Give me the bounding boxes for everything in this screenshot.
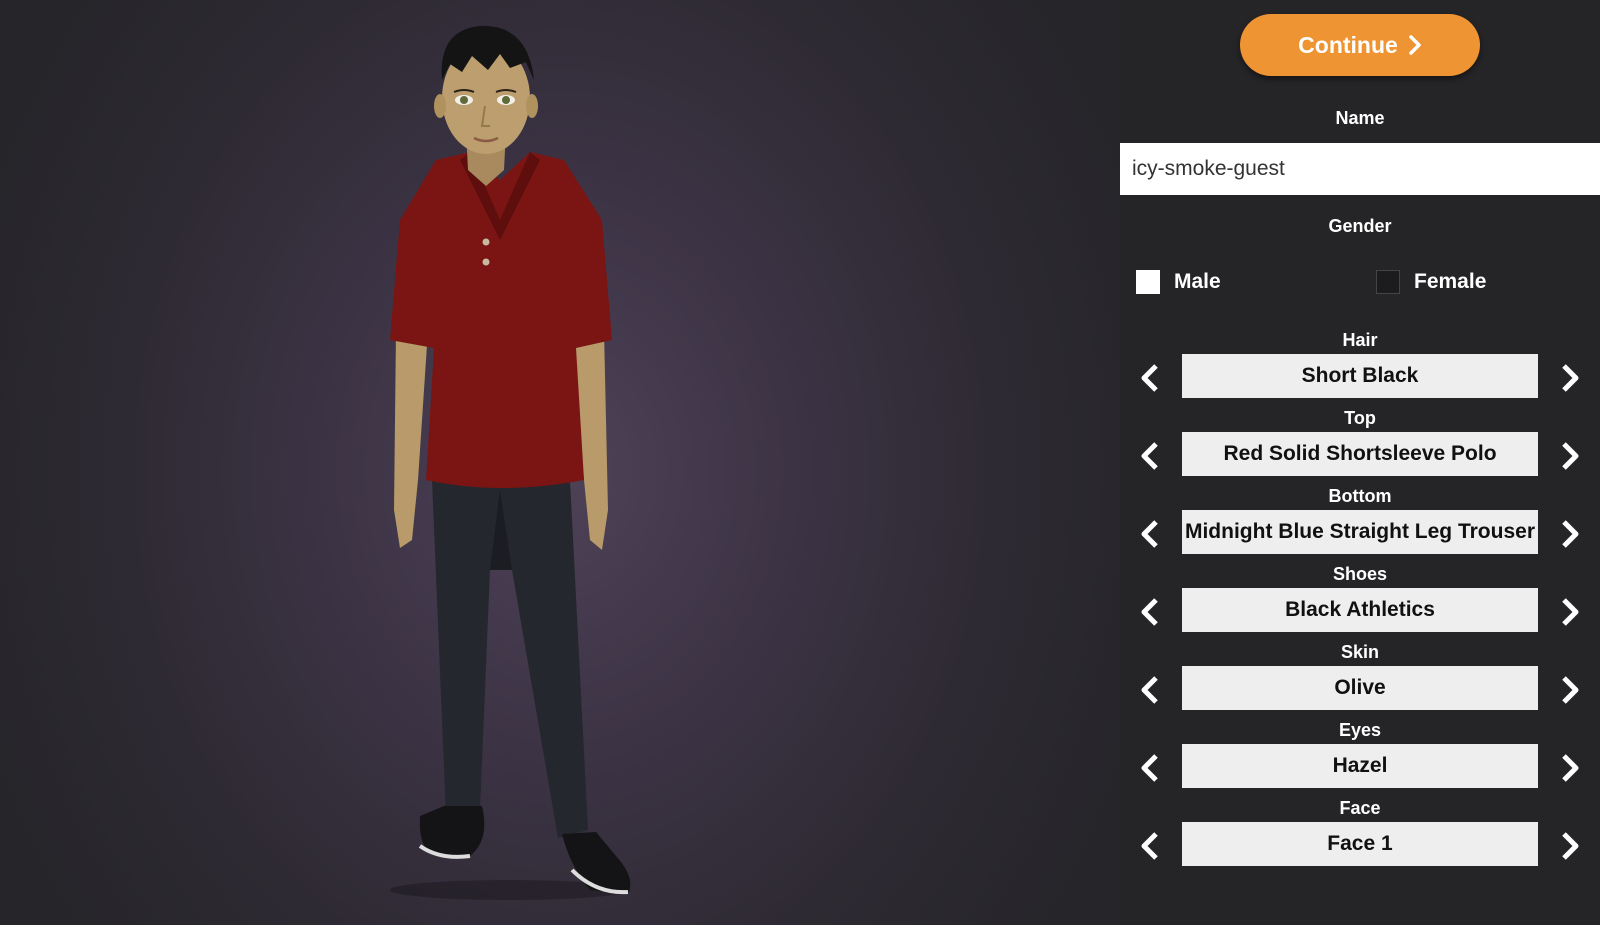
female-checkbox[interactable] bbox=[1376, 270, 1400, 294]
shoes-selector: Shoes Black Athletics bbox=[1120, 564, 1600, 644]
top-value: Red Solid Shortsleeve Polo bbox=[1182, 432, 1538, 476]
chevron-left-icon bbox=[1141, 520, 1158, 548]
hair-prev-button[interactable] bbox=[1128, 356, 1172, 400]
top-label: Top bbox=[1344, 408, 1376, 428]
continue-button[interactable]: Continue bbox=[1240, 14, 1480, 76]
chevron-right-icon bbox=[1562, 442, 1579, 470]
skin-selector: Skin Olive bbox=[1120, 642, 1600, 722]
female-label: Female bbox=[1414, 270, 1487, 293]
name-label: Name bbox=[1335, 108, 1385, 128]
eyes-selector: Eyes Hazel bbox=[1120, 720, 1600, 800]
chevron-right-icon bbox=[1562, 520, 1579, 548]
bottom-value: Midnight Blue Straight Leg Trouser bbox=[1182, 510, 1538, 554]
skin-next-button[interactable] bbox=[1548, 668, 1592, 712]
gender-option-male[interactable]: Male bbox=[1136, 270, 1221, 294]
chevron-right-icon bbox=[1562, 364, 1579, 392]
top-prev-button[interactable] bbox=[1128, 434, 1172, 478]
skin-prev-button[interactable] bbox=[1128, 668, 1172, 712]
male-label: Male bbox=[1174, 270, 1221, 293]
chevron-left-icon bbox=[1141, 598, 1158, 626]
avatar-editor: Continue Name Gender Male Female Hair Sh… bbox=[0, 0, 1600, 925]
eyes-prev-button[interactable] bbox=[1128, 746, 1172, 790]
bottom-label: Bottom bbox=[1328, 486, 1392, 506]
shoes-value: Black Athletics bbox=[1182, 588, 1538, 632]
customization-panel: Continue Name Gender Male Female Hair Sh… bbox=[1120, 0, 1600, 925]
chevron-right-icon bbox=[1562, 598, 1579, 626]
chevron-right-icon bbox=[1409, 35, 1421, 55]
chevron-right-icon bbox=[1562, 676, 1579, 704]
name-input[interactable] bbox=[1120, 143, 1600, 195]
gender-label: Gender bbox=[1328, 216, 1392, 236]
chevron-left-icon bbox=[1141, 364, 1158, 392]
male-checkbox[interactable] bbox=[1136, 270, 1160, 294]
face-label: Face bbox=[1339, 798, 1381, 818]
avatar-figure bbox=[390, 25, 631, 900]
chevron-right-icon bbox=[1562, 754, 1579, 782]
face-next-button[interactable] bbox=[1548, 824, 1592, 868]
hair-label: Hair bbox=[1342, 330, 1378, 350]
continue-button-label: Continue bbox=[1298, 31, 1398, 58]
eyes-value: Hazel bbox=[1182, 744, 1538, 788]
bottom-selector: Bottom Midnight Blue Straight Leg Trouse… bbox=[1120, 486, 1600, 566]
avatar-preview-viewport[interactable] bbox=[0, 0, 1120, 925]
chevron-left-icon bbox=[1141, 442, 1158, 470]
chevron-left-icon bbox=[1141, 676, 1158, 704]
face-value: Face 1 bbox=[1182, 822, 1538, 866]
hair-next-button[interactable] bbox=[1548, 356, 1592, 400]
shoes-next-button[interactable] bbox=[1548, 590, 1592, 634]
chevron-left-icon bbox=[1141, 754, 1158, 782]
bottom-prev-button[interactable] bbox=[1128, 512, 1172, 556]
chevron-left-icon bbox=[1141, 832, 1158, 860]
face-selector: Face Face 1 bbox=[1120, 798, 1600, 878]
top-selector: Top Red Solid Shortsleeve Polo bbox=[1120, 408, 1600, 488]
skin-value: Olive bbox=[1182, 666, 1538, 710]
eyes-label: Eyes bbox=[1338, 720, 1382, 740]
top-next-button[interactable] bbox=[1548, 434, 1592, 478]
shoes-prev-button[interactable] bbox=[1128, 590, 1172, 634]
gender-option-female[interactable]: Female bbox=[1376, 270, 1486, 294]
hair-selector: Hair Short Black bbox=[1120, 330, 1600, 410]
eyes-next-button[interactable] bbox=[1548, 746, 1592, 790]
hair-value: Short Black bbox=[1182, 354, 1538, 398]
face-prev-button[interactable] bbox=[1128, 824, 1172, 868]
bottom-next-button[interactable] bbox=[1548, 512, 1592, 556]
skin-label: Skin bbox=[1340, 642, 1379, 662]
chevron-right-icon bbox=[1562, 832, 1579, 860]
shoes-label: Shoes bbox=[1332, 564, 1388, 584]
